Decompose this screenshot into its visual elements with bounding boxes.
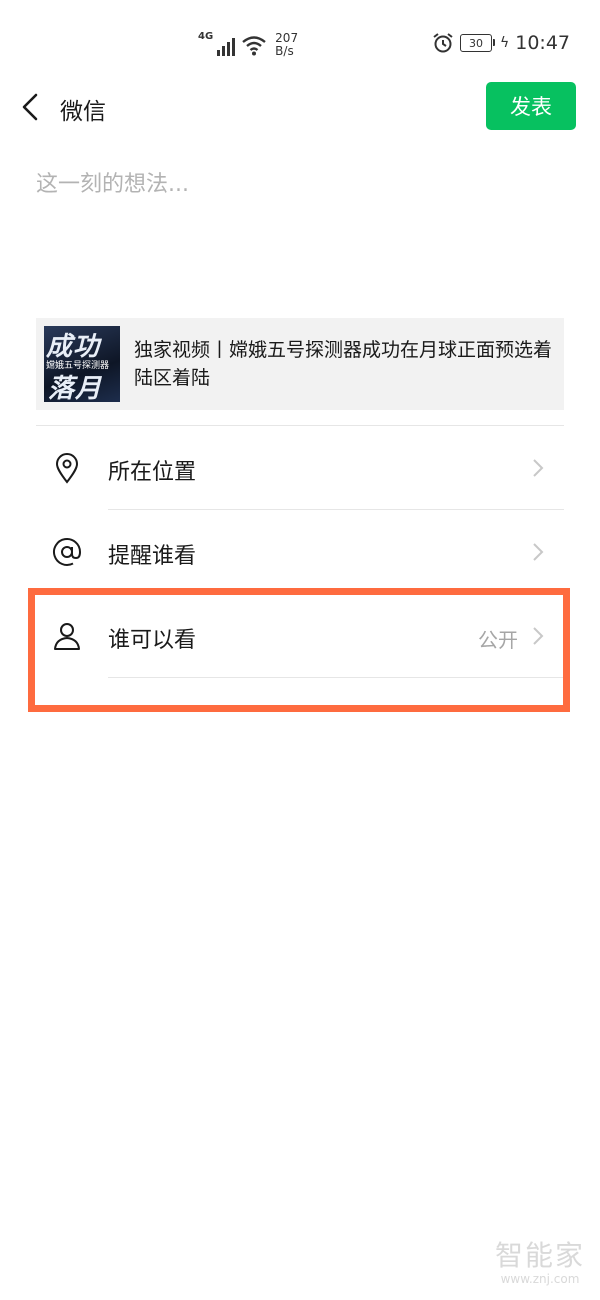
status-right: 30 ϟ 10:47 [432,32,570,54]
mention-label: 提醒谁看 [108,544,197,569]
status-bar: 4G 207 B/s 30 ϟ 10:47 [0,0,600,80]
article-thumbnail: 成功 嫦娥五号探测器 落月 [44,326,120,402]
signal-icon [217,34,236,56]
article-title: 独家视频丨嫦娥五号探测器成功在月球正面预选着陆区着陆 [134,339,553,389]
page-title: 微信 [60,99,106,125]
status-left: 4G 207 B/s [198,30,298,58]
battery-level: 30 [468,36,483,50]
watermark: 智能家 www.znj.com [487,1234,593,1286]
charging-icon: ϟ [499,35,510,51]
clock: 10:47 [515,32,570,54]
location-pin-icon [55,453,79,484]
shared-article-card[interactable]: 成功 嫦娥五号探测器 落月 独家视频丨嫦娥五号探测器成功在月球正面预选着陆区着陆 [36,318,564,410]
at-sign-icon [53,537,82,566]
alarm-icon [433,33,453,53]
chevron-right-icon [533,543,544,561]
network-type: 4G [198,31,214,42]
chevron-right-icon [533,459,544,477]
battery-icon: 30 [459,34,495,52]
highlight-box [28,588,570,712]
thumb-line3: 落月 [48,374,103,402]
wifi-icon [242,36,266,56]
network-speed: 207 B/s [275,32,298,58]
compose-input[interactable]: 这一刻的想法... [36,166,189,198]
mention-row[interactable]: 提醒谁看 [36,510,564,594]
watermark-name: 智能家 [494,1239,585,1272]
nav-bar: 微信 发表 [0,80,600,136]
location-label: 所在位置 [108,460,197,485]
back-arrow-icon[interactable] [18,92,44,122]
watermark-url: www.znj.com [500,1272,580,1286]
location-row[interactable]: 所在位置 [36,426,564,510]
speed-unit: B/s [275,44,294,58]
publish-button[interactable]: 发表 [486,82,576,130]
